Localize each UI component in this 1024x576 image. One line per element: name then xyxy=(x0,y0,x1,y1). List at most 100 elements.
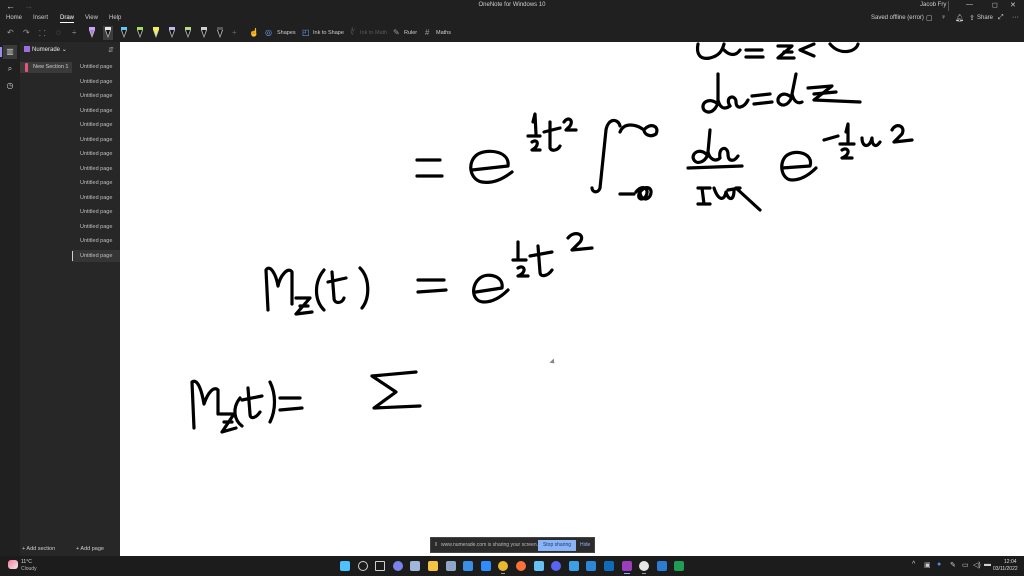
pen-lime[interactable] xyxy=(183,26,193,40)
shapes-icon[interactable]: ◎ xyxy=(265,28,272,37)
page-item[interactable]: Untitled page xyxy=(72,221,120,233)
edge-beta-icon[interactable] xyxy=(639,561,650,574)
undo-icon[interactable]: ↶ xyxy=(7,28,14,37)
tab-insert[interactable]: Insert xyxy=(33,15,48,21)
start-icon[interactable] xyxy=(340,561,350,571)
store-icon[interactable] xyxy=(568,561,579,571)
add-pen-icon[interactable]: + xyxy=(232,28,237,37)
ruler-icon[interactable]: ✎ xyxy=(393,28,400,37)
notebooks-icon[interactable]: ▥ xyxy=(0,45,17,59)
pen-menu-icon[interactable]: ✎ xyxy=(950,561,956,569)
page-item[interactable]: Untitled page xyxy=(72,192,120,204)
lasso-select-icon[interactable]: ⸬ xyxy=(39,28,46,39)
page-item[interactable]: Untitled page xyxy=(72,249,120,262)
network-icon[interactable]: ▬ xyxy=(984,561,991,568)
page-icon[interactable]: ▢ xyxy=(926,14,933,22)
page-item[interactable]: Untitled page xyxy=(72,177,120,189)
mail-icon[interactable] xyxy=(586,561,597,571)
share-icon[interactable]: ⇪ xyxy=(969,14,975,22)
touch-draw-icon[interactable]: ☝ xyxy=(249,28,259,37)
page-item[interactable]: Untitled page xyxy=(72,163,120,175)
share-button[interactable]: Share xyxy=(977,15,993,21)
pen-lavender[interactable] xyxy=(167,26,177,40)
close-button[interactable]: ✕ xyxy=(1010,1,1016,9)
tab-view[interactable]: View xyxy=(85,15,98,21)
page-item[interactable]: Untitled page xyxy=(72,119,120,131)
ink-to-shape-button[interactable]: Ink to Shape xyxy=(313,30,344,36)
section-item[interactable]: New Section 1 xyxy=(20,62,72,73)
pen-cyan[interactable] xyxy=(119,26,129,40)
page-item[interactable]: Untitled page xyxy=(72,61,120,73)
ruler-button[interactable]: Ruler xyxy=(404,30,417,36)
tray-app-icon[interactable]: ▣ xyxy=(924,561,931,569)
eraser-icon[interactable]: ◌ xyxy=(56,28,61,37)
page-item[interactable]: Untitled page xyxy=(72,76,120,88)
stop-sharing-button[interactable]: Stop sharing xyxy=(538,540,576,551)
pen-black-selected[interactable] xyxy=(103,26,113,40)
zoom-icon[interactable] xyxy=(480,561,491,571)
bell-icon[interactable]: 🔔︎ xyxy=(955,14,964,22)
page-item[interactable]: Untitled page xyxy=(72,206,120,218)
pen-green[interactable] xyxy=(135,26,145,40)
tray-security-icon[interactable]: ● xyxy=(937,561,941,568)
insert-space-icon[interactable]: ÷ xyxy=(72,28,76,37)
page-item[interactable]: Untitled page xyxy=(72,90,120,102)
weather-condition[interactable]: Cloudy xyxy=(21,566,37,572)
outlook-icon[interactable] xyxy=(604,561,614,571)
volume-icon[interactable]: ◁) xyxy=(973,561,981,569)
add-section-button[interactable]: + Add section xyxy=(22,546,55,552)
photos-icon[interactable] xyxy=(445,561,456,571)
page-item[interactable]: Untitled page xyxy=(72,105,120,117)
clock-date[interactable]: 03/11/2022 xyxy=(993,566,1018,572)
maximize-button[interactable]: ◻ xyxy=(992,1,998,9)
firefox-icon[interactable] xyxy=(516,561,526,571)
user-name[interactable]: Jacob Fry xyxy=(920,2,946,8)
maths-icon[interactable]: # xyxy=(425,28,429,37)
add-page-button[interactable]: + Add page xyxy=(76,546,104,552)
highlighter-yellow[interactable] xyxy=(151,26,161,40)
word-icon[interactable] xyxy=(656,561,667,571)
clock-time[interactable]: 12:04 xyxy=(1004,559,1017,565)
recent-clock-icon[interactable]: ◷ xyxy=(3,79,17,93)
tab-draw[interactable]: Draw xyxy=(60,15,75,23)
discord-icon[interactable] xyxy=(551,561,562,571)
maths-button[interactable]: Maths xyxy=(436,30,451,36)
hide-button[interactable]: Hide xyxy=(580,542,590,548)
tab-home[interactable]: Home xyxy=(6,15,22,21)
more-options-icon[interactable]: ··· xyxy=(1012,14,1019,21)
minimize-button[interactable]: — xyxy=(966,1,973,8)
chrome-icon[interactable] xyxy=(498,561,509,574)
page-label: Untitled page xyxy=(80,151,113,157)
ink-to-shape-icon[interactable]: ◰ xyxy=(302,28,310,37)
note-canvas[interactable] xyxy=(120,42,1024,556)
pen-black[interactable] xyxy=(215,26,225,40)
notebook-selector[interactable]: Numerade ⌄ xyxy=(24,46,67,53)
onenote-icon[interactable] xyxy=(621,561,632,574)
redo-icon[interactable]: ↷ xyxy=(23,28,30,37)
settings-icon[interactable] xyxy=(410,561,421,571)
excel-icon[interactable] xyxy=(674,561,685,571)
pen-purple[interactable] xyxy=(87,26,97,40)
tray-chevron-icon[interactable]: ^ xyxy=(912,561,915,568)
sort-icon[interactable]: ⇵ xyxy=(108,46,114,54)
page-item[interactable]: Untitled page xyxy=(72,134,120,146)
lightbulb-icon[interactable]: ♀ xyxy=(941,14,946,21)
display-icon[interactable]: ▭ xyxy=(962,561,969,569)
tab-help[interactable]: Help xyxy=(109,15,121,21)
page-item[interactable]: Untitled page xyxy=(72,235,120,247)
steam-icon[interactable] xyxy=(533,561,544,571)
page-item[interactable]: Untitled page xyxy=(72,148,120,160)
search-icon[interactable] xyxy=(357,561,368,571)
expand-icon[interactable]: ⤢ xyxy=(998,14,1004,22)
sections-pane: Numerade ⌄ New Section 1 + Add section xyxy=(20,42,72,556)
weather-temperature[interactable]: 11°C xyxy=(21,559,32,565)
file-explorer-icon[interactable] xyxy=(428,561,438,571)
weather-cloud-icon[interactable] xyxy=(8,560,18,569)
task-view-icon[interactable] xyxy=(375,561,386,571)
sync-status[interactable]: Saved offline (error) xyxy=(871,15,924,21)
teams-chat-icon[interactable] xyxy=(392,561,403,571)
search-icon[interactable]: ⌕ xyxy=(3,62,17,76)
azure-data-icon[interactable] xyxy=(463,561,474,571)
pen-gray[interactable] xyxy=(199,26,209,40)
shapes-button[interactable]: Shapes xyxy=(277,30,296,36)
